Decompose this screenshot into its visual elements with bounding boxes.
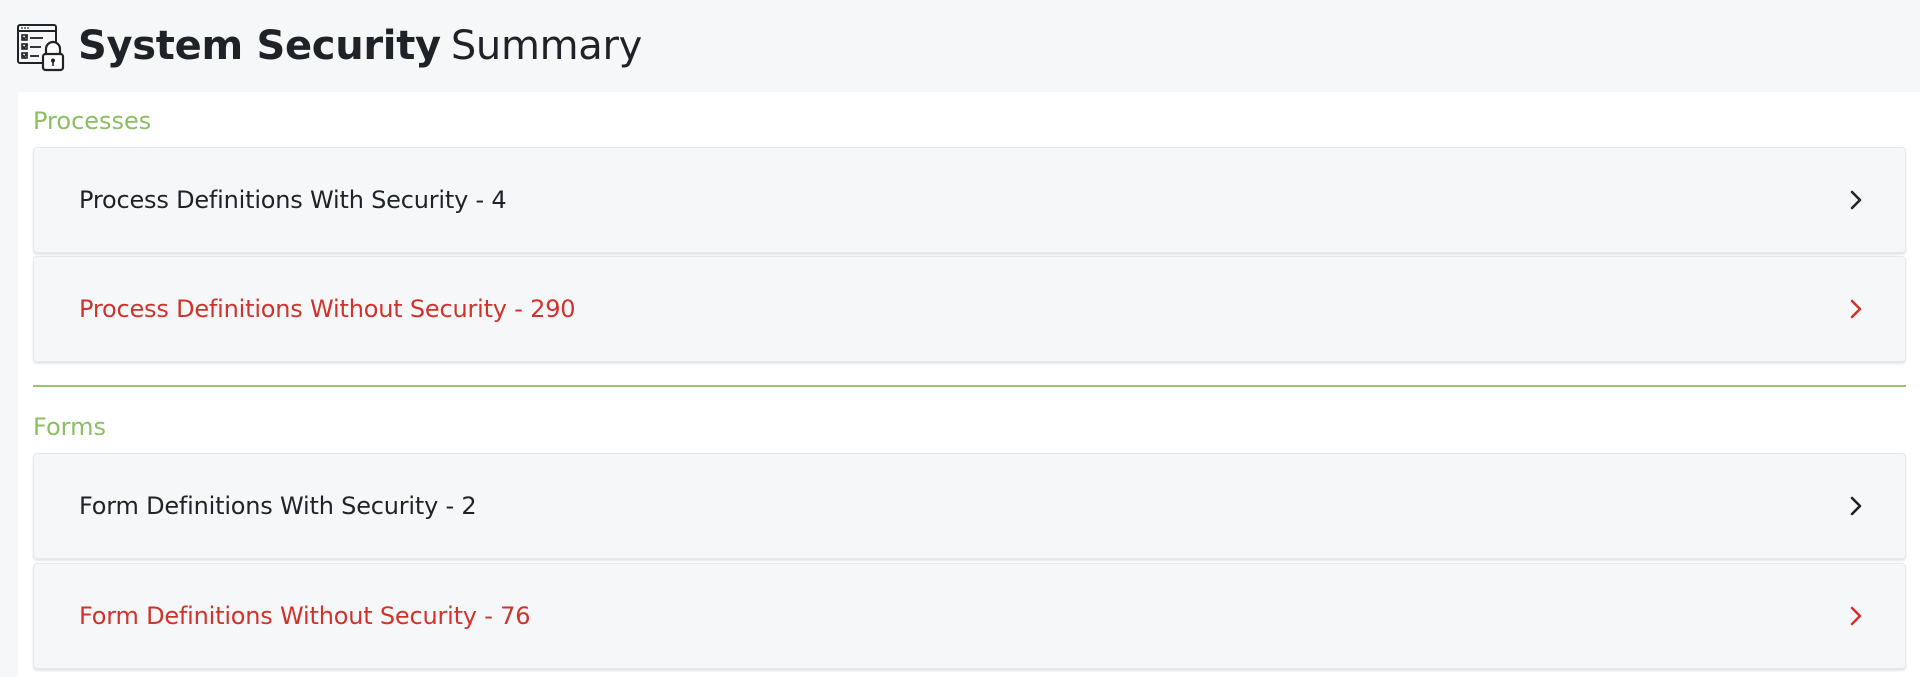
card-label: Process Definitions Without Security - 2… — [79, 295, 576, 323]
section-divider — [33, 385, 1906, 387]
process-definitions-without-security-card[interactable]: Process Definitions Without Security - 2… — [33, 256, 1906, 362]
checklist-lock-icon — [17, 24, 65, 72]
page-title-strong: System Security — [78, 23, 441, 69]
chevron-right-icon — [1850, 606, 1862, 626]
chevron-right-icon — [1850, 190, 1862, 210]
page-header: System Security Summary — [0, 0, 1920, 92]
card-label: Form Definitions Without Security - 76 — [79, 602, 531, 630]
chevron-right-icon — [1850, 299, 1862, 319]
form-definitions-without-security-card[interactable]: Form Definitions Without Security - 76 — [33, 563, 1906, 669]
page-title: System Security Summary — [78, 20, 642, 72]
page-title-light: Summary — [450, 23, 643, 69]
card-label: Process Definitions With Security - 4 — [79, 186, 507, 214]
summary-panel: Processes Process Definitions With Secur… — [18, 92, 1920, 677]
section-heading-forms: Forms — [33, 413, 106, 441]
section-heading-processes: Processes — [33, 107, 152, 135]
card-label: Form Definitions With Security - 2 — [79, 492, 477, 520]
form-definitions-with-security-card[interactable]: Form Definitions With Security - 2 — [33, 453, 1906, 559]
chevron-right-icon — [1850, 496, 1862, 516]
process-definitions-with-security-card[interactable]: Process Definitions With Security - 4 — [33, 147, 1906, 253]
